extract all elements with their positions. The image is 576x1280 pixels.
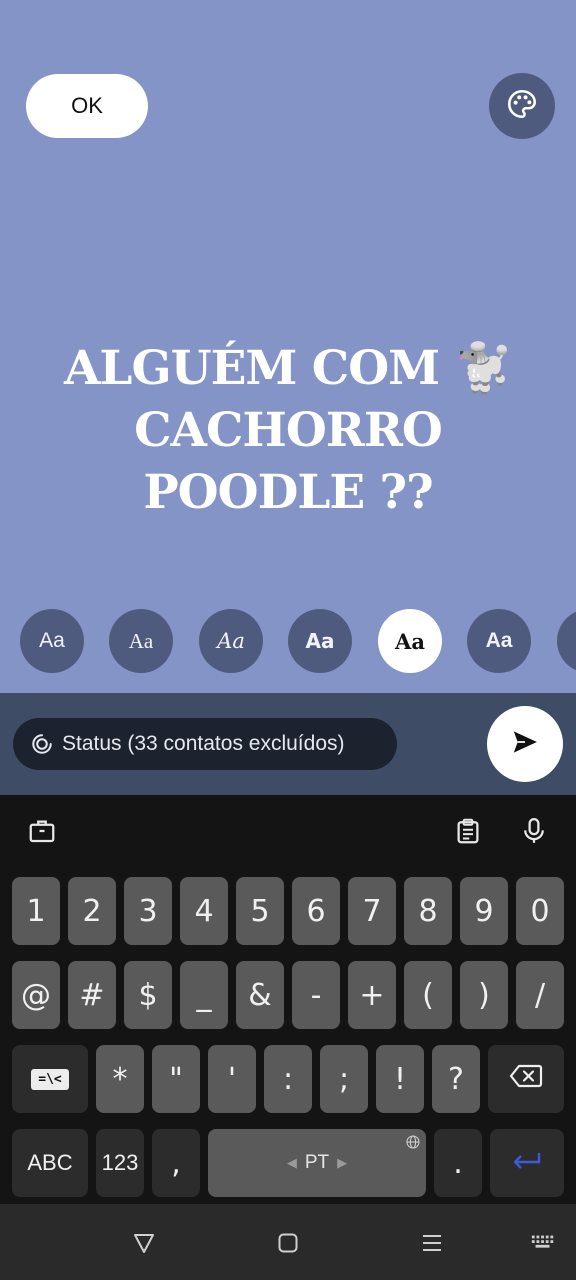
font-option-bold-serif[interactable]: Aa — [378, 609, 442, 673]
key-open-paren[interactable]: ( — [404, 961, 452, 1029]
key-3[interactable]: 3 — [124, 877, 172, 945]
back-icon[interactable] — [131, 1230, 157, 1256]
key-minus[interactable]: - — [292, 961, 340, 1029]
font-option-bold-sans[interactable]: Aa — [467, 609, 531, 673]
status-line-3: POODLE ?? — [143, 465, 433, 520]
key-underscore[interactable]: _ — [180, 961, 228, 1029]
key-close-paren[interactable]: ) — [460, 961, 508, 1029]
status-editor: OK ALGUÉM COM 🐩 CACHORRO POODLE ?? Aa Aa… — [0, 0, 576, 693]
key-semicolon[interactable]: ; — [320, 1045, 368, 1113]
key-1[interactable]: 1 — [12, 877, 60, 945]
key-question[interactable]: ? — [432, 1045, 480, 1113]
home-icon[interactable] — [275, 1230, 301, 1256]
font-option-bold-rounded[interactable]: Aa — [288, 609, 352, 673]
key-colon[interactable]: : — [264, 1045, 312, 1113]
on-screen-keyboard: 1 2 3 4 5 6 7 8 9 0 @ # $ _ & - + ( ) / … — [0, 795, 576, 1204]
space-language-label: PT — [304, 1152, 330, 1173]
key-single-quote[interactable]: ' — [208, 1045, 256, 1113]
recents-icon[interactable] — [419, 1230, 445, 1256]
key-9[interactable]: 9 — [460, 877, 508, 945]
backspace-icon — [509, 1062, 543, 1097]
numbers-key[interactable]: 123 — [96, 1129, 144, 1197]
system-navigation-bar — [0, 1204, 576, 1280]
font-option-italic-serif[interactable]: Aa — [199, 609, 263, 673]
color-palette-button[interactable] — [489, 73, 555, 139]
key-0[interactable]: 0 — [516, 877, 564, 945]
key-ampersand[interactable]: & — [236, 961, 284, 1029]
microphone-icon[interactable] — [516, 813, 552, 849]
key-hash[interactable]: # — [68, 961, 116, 1029]
status-audience-label: Status (33 contatos excluídos) — [62, 732, 345, 755]
key-plus[interactable]: + — [348, 961, 396, 1029]
status-line-1: ALGUÉM COM 🐩 — [63, 341, 513, 396]
key-double-quote[interactable]: " — [152, 1045, 200, 1113]
status-ring-icon — [31, 733, 53, 755]
key-6[interactable]: 6 — [292, 877, 340, 945]
key-comma[interactable]: , — [152, 1129, 200, 1197]
palette-icon — [505, 87, 539, 126]
clipboard-icon[interactable] — [450, 813, 486, 849]
more-symbols-key[interactable]: =\< — [12, 1045, 88, 1113]
key-at[interactable]: @ — [12, 961, 60, 1029]
send-arrow-icon — [510, 727, 540, 762]
status-line-2: CACHORRO — [134, 403, 443, 458]
composer-bar: Status (33 contatos excluídos) — [0, 693, 576, 795]
key-5[interactable]: 5 — [236, 877, 284, 945]
key-slash[interactable]: / — [516, 961, 564, 1029]
chevron-right-icon: ▶ — [337, 1155, 348, 1170]
font-option-sans[interactable]: Aa — [20, 609, 84, 673]
font-option-script[interactable]: Aa — [557, 609, 576, 673]
send-button[interactable] — [487, 706, 563, 782]
key-4[interactable]: 4 — [180, 877, 228, 945]
enter-icon — [511, 1146, 543, 1181]
enter-key[interactable] — [490, 1129, 564, 1197]
briefcase-icon[interactable] — [24, 813, 60, 849]
ok-button[interactable]: OK — [26, 74, 148, 138]
font-option-serif[interactable]: Aa — [109, 609, 173, 673]
chevron-left-icon: ◀ — [286, 1155, 297, 1170]
abc-key[interactable]: ABC — [12, 1129, 88, 1197]
key-8[interactable]: 8 — [404, 877, 452, 945]
key-exclamation[interactable]: ! — [376, 1045, 424, 1113]
keyboard-switch-icon[interactable] — [530, 1230, 556, 1256]
key-asterisk[interactable]: * — [96, 1045, 144, 1113]
font-style-picker: Aa Aa Aa Aa Aa Aa Aa — [0, 609, 576, 673]
key-period[interactable]: . — [434, 1129, 482, 1197]
key-dollar[interactable]: $ — [124, 961, 172, 1029]
space-bar[interactable]: ◀ PT ▶ — [208, 1129, 426, 1197]
globe-icon — [406, 1133, 420, 1149]
backspace-key[interactable] — [488, 1045, 564, 1113]
status-audience-selector[interactable]: Status (33 contatos excluídos) — [13, 718, 397, 770]
keyboard-toolbar — [0, 795, 576, 867]
key-7[interactable]: 7 — [348, 877, 396, 945]
status-text[interactable]: ALGUÉM COM 🐩 CACHORRO POODLE ?? — [40, 338, 536, 524]
key-2[interactable]: 2 — [68, 877, 116, 945]
more-symbols-label: =\< — [31, 1068, 69, 1090]
